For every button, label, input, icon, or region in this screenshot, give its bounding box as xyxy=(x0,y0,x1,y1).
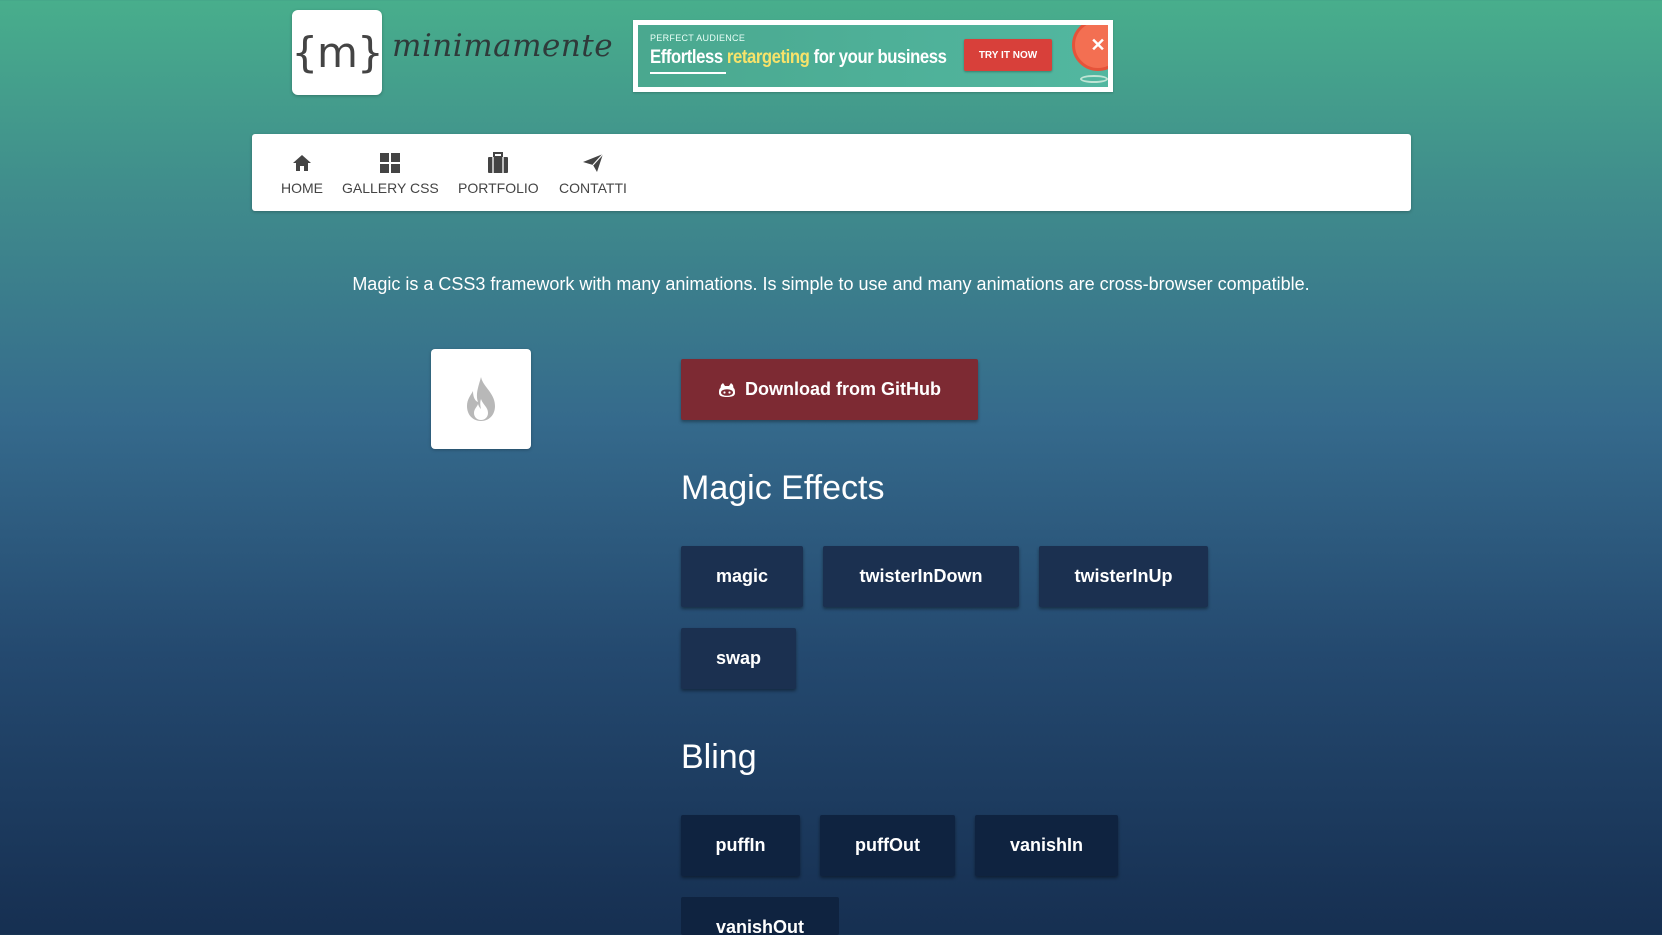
nav-label-contatti: CONTATTI xyxy=(559,180,627,196)
section-title-bling: Bling xyxy=(681,738,757,776)
nav-item-home[interactable]: HOME xyxy=(281,151,323,196)
github-icon xyxy=(718,382,736,398)
effect-button-puffout[interactable]: puffOut xyxy=(820,815,955,876)
logo-mark: {m} xyxy=(291,28,383,77)
ad-disc-icon xyxy=(1080,75,1108,83)
effect-button-magic[interactable]: magic xyxy=(681,546,803,607)
ad-headline: Effortless retargeting for your business xyxy=(650,47,947,69)
effect-button-vanishin[interactable]: vanishIn xyxy=(975,815,1118,876)
effect-button-puffin[interactable]: puffIn xyxy=(681,815,800,876)
ad-banner[interactable]: PERFECT AUDIENCE Effortless retargeting … xyxy=(633,20,1113,92)
nav-item-contatti[interactable]: CONTATTI xyxy=(559,151,627,196)
paper-plane-icon xyxy=(582,151,604,175)
nav-item-portfolio[interactable]: PORTFOLIO xyxy=(458,151,539,196)
site-name[interactable]: minimamente xyxy=(392,28,613,64)
ad-brand-text: PERFECT AUDIENCE xyxy=(650,33,746,43)
ad-badge-icon: ✕ xyxy=(1072,25,1108,71)
briefcase-icon xyxy=(487,151,509,175)
home-icon xyxy=(292,151,312,175)
nav-label-home: HOME xyxy=(281,180,323,196)
main-navbar: HOME GALLERY CSS PORTFOLIO CONTATTI xyxy=(252,134,1411,211)
tagline: Magic is a CSS3 framework with many anim… xyxy=(352,274,1310,294)
section-title-magic-effects: Magic Effects xyxy=(681,469,885,507)
flame-icon xyxy=(467,377,495,421)
nav-item-gallery-css[interactable]: GALLERY CSS xyxy=(342,151,439,196)
download-github-button[interactable]: Download from GitHub xyxy=(681,359,978,420)
ad-headline-highlight: retargeting xyxy=(726,47,810,68)
effect-button-swap[interactable]: swap xyxy=(681,628,796,689)
grid-icon xyxy=(379,151,401,175)
ad-content: PERFECT AUDIENCE Effortless retargeting … xyxy=(638,25,1108,87)
logo[interactable]: {m} xyxy=(291,10,384,95)
ad-cta-button[interactable]: TRY IT NOW xyxy=(964,39,1052,71)
nav-label-portfolio: PORTFOLIO xyxy=(458,180,539,196)
nav-label-gallery-css: GALLERY CSS xyxy=(342,180,439,196)
flame-logo xyxy=(431,349,531,449)
effect-button-twisterindown[interactable]: twisterInDown xyxy=(823,546,1019,607)
effect-button-twisterinup[interactable]: twisterInUp xyxy=(1039,546,1208,607)
ad-headline-post: for your business xyxy=(809,47,947,68)
ad-headline-pre: Effortless xyxy=(650,47,727,68)
ad-underline xyxy=(650,72,726,74)
effect-button-vanishout[interactable]: vanishOut xyxy=(681,897,839,935)
download-github-label: Download from GitHub xyxy=(745,379,941,399)
